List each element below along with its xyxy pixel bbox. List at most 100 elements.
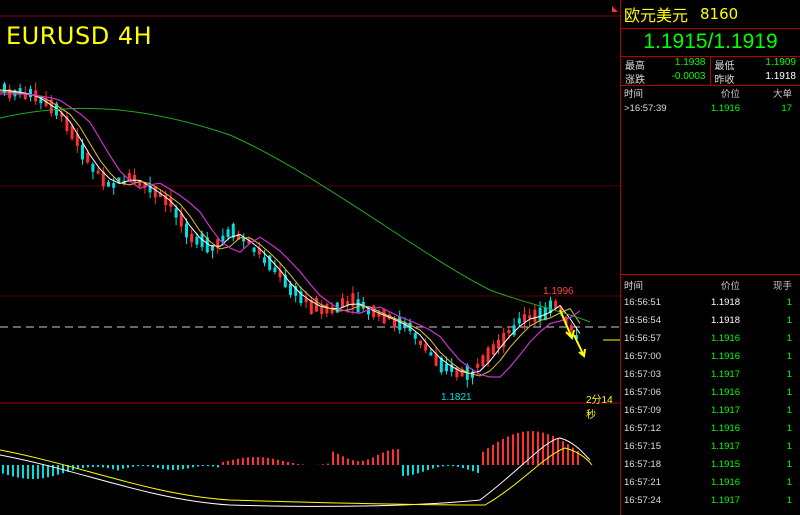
prev-close-label: 昨收	[714, 74, 735, 86]
candle-body	[538, 307, 542, 321]
macd-bar	[267, 457, 269, 465]
macd-bar	[567, 444, 569, 465]
tick-row: 16:56:51 1.1918 1	[624, 296, 792, 308]
tick-row: 16:56:54 1.1918 1	[624, 314, 792, 326]
macd-bar	[357, 460, 359, 465]
macd-bar	[397, 449, 399, 465]
macd-bar	[367, 459, 369, 465]
macd-bar	[227, 460, 229, 465]
candle-body	[190, 233, 194, 243]
macd-bar	[427, 465, 429, 471]
macd-bar	[447, 465, 449, 467]
trend-arrow-2	[573, 334, 586, 358]
macd-bar	[457, 465, 459, 467]
low-label: 最低	[714, 60, 735, 72]
candle-body	[29, 88, 32, 98]
macd-bar	[452, 465, 454, 467]
candle-body	[533, 309, 537, 322]
macd-bar	[187, 465, 189, 469]
candle-body	[96, 170, 100, 174]
tick-list: 时间 价位 现手 16:56:51 1.1918 1 16:56:54 1.1918 1 1…	[621, 277, 800, 509]
candle-body	[398, 316, 402, 331]
macd-bar	[407, 465, 409, 476]
macd-bar	[332, 451, 334, 465]
change-label: 涨跌	[625, 74, 645, 86]
macd-bar	[17, 465, 19, 478]
tick-row: 16:57:24 1.1917 1	[624, 494, 792, 506]
macd-bar	[322, 464, 324, 465]
macd-bar	[387, 450, 389, 465]
candle-body	[497, 339, 500, 349]
macd-bar	[562, 441, 564, 465]
macd-bar	[517, 432, 519, 465]
macd-bar	[127, 465, 129, 468]
macd-bar	[177, 465, 179, 470]
macd-bar	[117, 465, 119, 471]
high-value: 1.1938	[674, 56, 706, 68]
macd-bar	[402, 465, 404, 476]
macd-bar	[522, 431, 524, 465]
candle-body	[481, 355, 485, 367]
big-order-list: 时间 价位 大单 >16:57:39 1.1916 17	[621, 86, 800, 275]
bar-countdown: 2分14秒	[586, 395, 613, 421]
macd-bar	[497, 441, 499, 465]
macd-bar	[342, 456, 344, 465]
macd-bar	[22, 465, 24, 479]
macd-dif-line	[0, 437, 591, 507]
high-label: 最高	[625, 60, 645, 72]
candle-body	[81, 144, 84, 160]
tick-row: 16:57:03 1.1917 1	[624, 368, 792, 380]
tick-row: 16:57:18 1.1915 1	[624, 458, 792, 470]
macd-bar	[92, 465, 94, 468]
macd-bar	[32, 465, 34, 479]
macd-bar	[142, 465, 144, 467]
low-value: 1.1909	[765, 56, 796, 68]
candle-body	[185, 223, 188, 238]
macd-bar	[37, 465, 39, 479]
candle-body	[3, 83, 6, 93]
macd-bar	[547, 434, 549, 465]
candle-body	[91, 163, 95, 172]
macd-bar	[47, 465, 49, 478]
candle-body	[476, 363, 480, 368]
macd-bar	[252, 457, 254, 465]
candle-body	[341, 298, 344, 308]
macd-bar	[472, 465, 474, 472]
macd-bar	[112, 465, 114, 470]
macd-bar	[137, 465, 139, 467]
macd-bar	[377, 454, 379, 465]
ma-fast-line	[0, 89, 581, 375]
change-value: -0.0003	[671, 70, 706, 82]
tick-row: 16:57:09 1.1917 1	[624, 404, 792, 416]
candle-body	[523, 314, 526, 322]
macd-bar	[212, 465, 214, 467]
candle-body	[242, 237, 246, 242]
macd-bar	[232, 459, 234, 465]
tick-row: 16:56:57 1.1916 1	[624, 332, 792, 344]
macd-bar	[147, 465, 149, 467]
macd-bar	[277, 459, 279, 465]
macd-bar	[502, 438, 504, 465]
macd-bar	[337, 453, 339, 465]
candle-body	[445, 363, 448, 372]
macd-bar	[292, 462, 294, 465]
macd-bar	[382, 452, 384, 465]
candle-body	[330, 306, 334, 314]
macd-bar	[432, 465, 434, 469]
candlestick-chart[interactable]	[0, 0, 620, 515]
macd-bar	[2, 465, 4, 474]
macd-bar	[392, 449, 394, 465]
macd-bar	[182, 465, 184, 470]
macd-bar	[462, 465, 464, 469]
candle-body	[429, 352, 433, 356]
macd-bar	[477, 465, 479, 473]
candle-body	[491, 344, 495, 355]
macd-bar	[242, 457, 244, 465]
macd-bar	[347, 458, 349, 465]
candle-body	[325, 303, 329, 314]
candle-body	[195, 236, 199, 245]
tick-row: 16:57:15 1.1917 1	[624, 440, 792, 452]
chart-area[interactable]: EURUSD 4H 1.1996 1.1821 2分14秒	[0, 0, 620, 515]
candle-body	[393, 319, 396, 328]
macd-bar	[152, 465, 154, 468]
